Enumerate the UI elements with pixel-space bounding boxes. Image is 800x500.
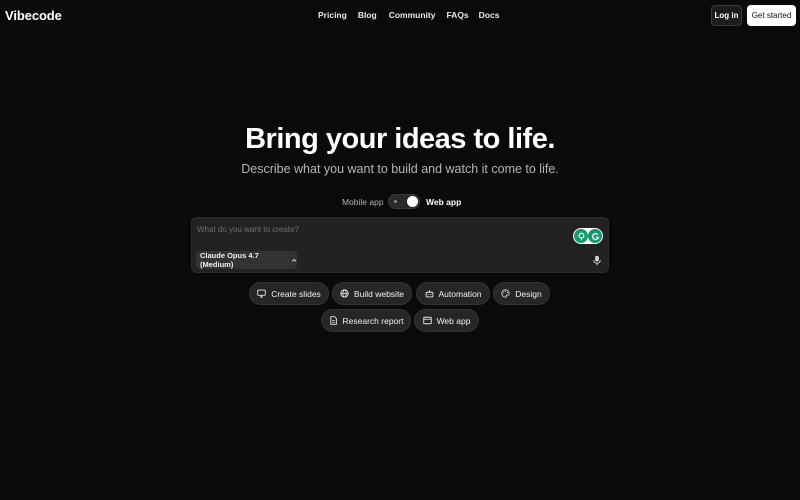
suggestion-automation[interactable]: Automation bbox=[416, 282, 490, 305]
grammarly-icon[interactable] bbox=[588, 229, 602, 243]
toggle-knob bbox=[407, 196, 418, 207]
prompt-box: Claude Opus 4.7 (Medium) bbox=[191, 217, 609, 273]
suggestion-build-website[interactable]: Build website bbox=[332, 282, 412, 305]
suggestion-web-app[interactable]: Web app bbox=[414, 309, 479, 332]
nav-link-pricing[interactable]: Pricing bbox=[318, 10, 347, 20]
suggestion-label: Automation bbox=[438, 288, 482, 299]
login-button[interactable]: Log in bbox=[711, 5, 742, 26]
globe-icon bbox=[340, 289, 349, 298]
web-app-label[interactable]: Web app bbox=[426, 197, 461, 207]
top-nav: Vibecode Pricing Blog Community FAQs Doc… bbox=[0, 0, 800, 32]
nav-link-docs[interactable]: Docs bbox=[479, 10, 500, 20]
monitor-icon bbox=[257, 289, 266, 298]
model-selector[interactable]: Claude Opus 4.7 (Medium) bbox=[196, 251, 297, 269]
suggestion-design[interactable]: Design bbox=[493, 282, 550, 305]
chevron-up-icon bbox=[291, 258, 297, 262]
nav-links: Pricing Blog Community FAQs Docs bbox=[318, 10, 499, 20]
suggestion-label: Design bbox=[515, 288, 542, 299]
suggestion-label: Web app bbox=[436, 315, 471, 326]
nav-link-community[interactable]: Community bbox=[389, 10, 436, 20]
get-started-button[interactable]: Get started bbox=[747, 5, 796, 26]
toggle-dot-icon bbox=[394, 200, 397, 203]
mode-toggle-switch[interactable] bbox=[388, 194, 420, 209]
suggestion-research-report[interactable]: Research report bbox=[321, 309, 411, 332]
mobile-app-label[interactable]: Mobile app bbox=[342, 197, 384, 207]
browser-window-icon bbox=[422, 316, 432, 325]
nav-link-blog[interactable]: Blog bbox=[358, 10, 377, 20]
mode-toggle-row: Mobile app Web app bbox=[0, 194, 800, 210]
suggestion-label: Build website bbox=[353, 288, 405, 299]
logo[interactable]: Vibecode bbox=[5, 8, 62, 23]
model-label: Claude Opus 4.7 (Medium) bbox=[200, 251, 259, 269]
suggestion-label: Research report bbox=[342, 315, 404, 326]
prompt-input[interactable] bbox=[197, 221, 567, 237]
hero-title: Bring your ideas to life. bbox=[245, 123, 555, 155]
hero-subtitle: Describe what you want to build and watc… bbox=[241, 162, 559, 176]
palette-icon bbox=[501, 289, 510, 298]
nav-link-faqs[interactable]: FAQs bbox=[446, 10, 468, 20]
robot-icon bbox=[425, 290, 433, 298]
bulb-extension-icon[interactable] bbox=[574, 229, 588, 243]
document-icon bbox=[329, 316, 337, 325]
suggestion-label: Create slides bbox=[271, 288, 321, 299]
extension-icons bbox=[573, 228, 603, 244]
microphone-icon[interactable] bbox=[592, 255, 602, 266]
suggestion-create-slides[interactable]: Create slides bbox=[249, 282, 329, 305]
